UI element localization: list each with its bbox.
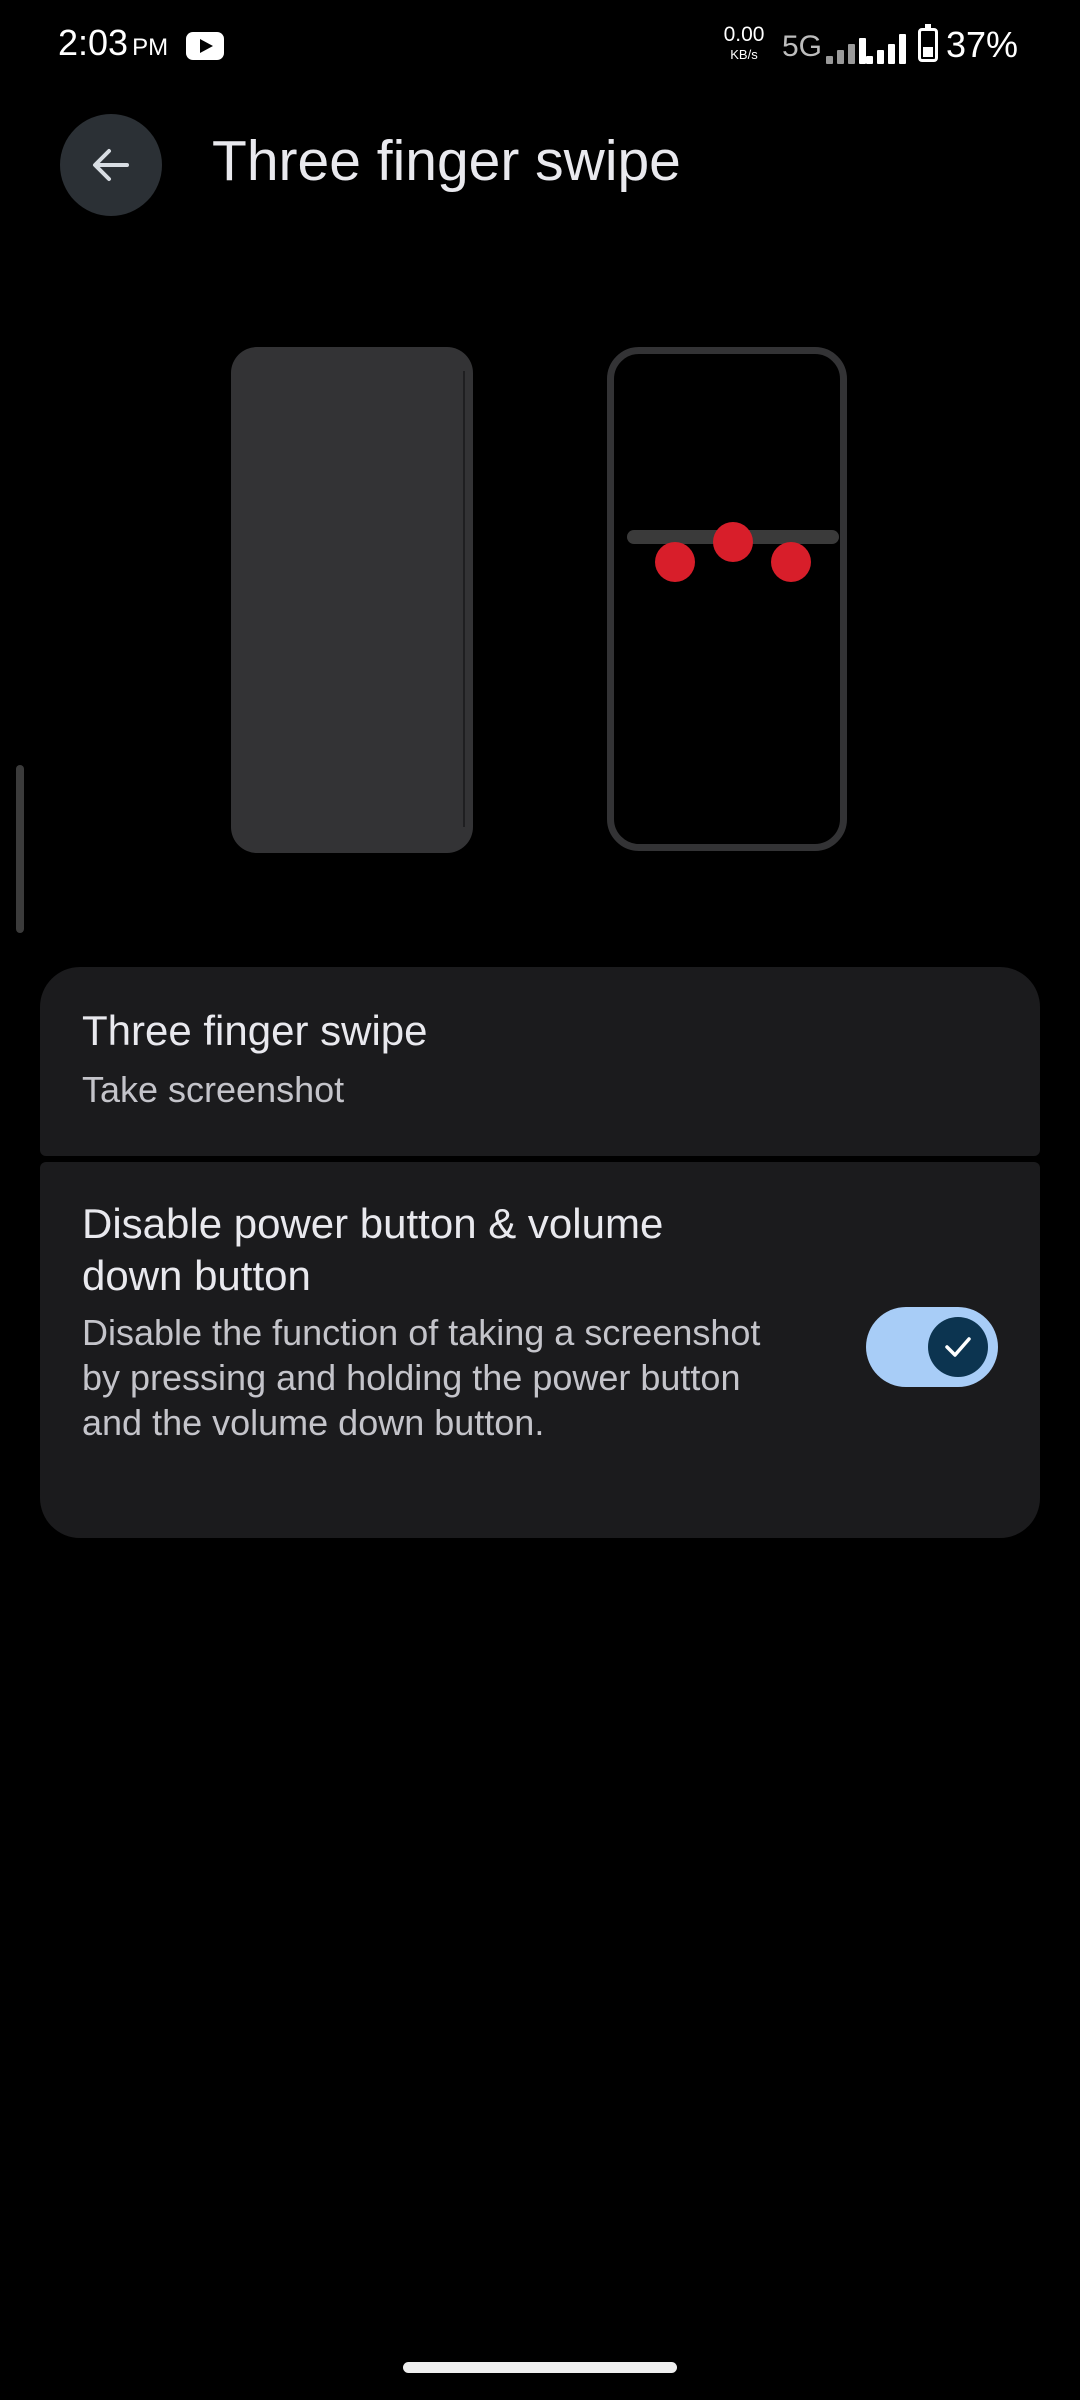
gesture-navigation-handle[interactable] xyxy=(403,2362,677,2373)
setting-title: Three finger swipe xyxy=(82,1007,428,1054)
setting-subtitle: Take screenshot xyxy=(82,1069,345,1110)
setting-description: Disable the function of taking a screens… xyxy=(82,1312,761,1443)
youtube-icon xyxy=(186,32,224,60)
gesture-illustration xyxy=(0,340,1080,860)
battery-percent: 37% xyxy=(946,24,1019,65)
status-bar: 2:03 PM 0.00 KB/s 5G 37% xyxy=(0,0,1080,92)
status-time-ampm: PM xyxy=(132,34,169,61)
finger-dot xyxy=(655,542,695,582)
disable-toggle-switch[interactable] xyxy=(866,1307,998,1387)
status-time-value: 2:03 xyxy=(58,22,129,63)
status-time: 2:03 PM xyxy=(58,22,168,64)
battery-icon xyxy=(918,24,938,62)
check-icon xyxy=(945,1337,971,1357)
finger-dot xyxy=(713,522,753,562)
three-finger-swipe-setting[interactable]: Three finger swipe Take screenshot xyxy=(40,967,1040,1156)
network-speed-value: 0.00 xyxy=(723,23,765,46)
toggle-knob xyxy=(928,1317,988,1377)
network-speed-unit: KB/s xyxy=(730,47,758,62)
network-type: 5G xyxy=(782,30,823,63)
finger-dot xyxy=(771,542,811,582)
back-button[interactable] xyxy=(60,114,162,216)
scroll-indicator xyxy=(16,765,24,933)
arrow-back-icon xyxy=(93,149,129,181)
network-speed: 0.00 KB/s xyxy=(716,24,772,61)
setting-title: Disable power button & volume down butto… xyxy=(82,1200,664,1299)
page-title: Three finger swipe xyxy=(212,129,681,193)
phone-before-illustration xyxy=(231,347,473,853)
phone-after-illustration xyxy=(607,347,847,851)
disable-power-volume-setting[interactable]: Disable power button & volume down butto… xyxy=(40,1162,1040,1538)
